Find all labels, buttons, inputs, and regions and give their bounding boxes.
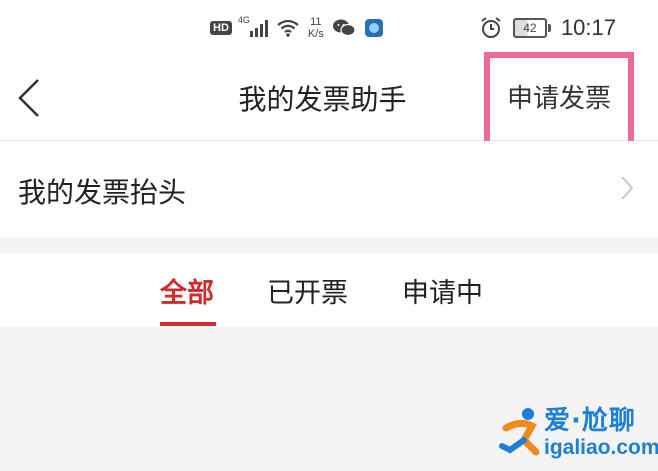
status-bar-left: HD 4G 11 K/s [210,10,384,46]
alarm-icon [481,17,501,38]
watermark-url: igaliao.com [544,436,658,459]
status-bar-right: 42 10:17 [479,10,616,46]
hd-icon: HD [210,21,232,35]
battery-icon: 42 [512,18,551,38]
tab-all[interactable]: 全部 [160,271,214,310]
active-tab-indicator [160,322,216,326]
invoice-header-label: 我的发票抬头 [18,176,187,209]
tab-invoiced[interactable]: 已开票 [267,271,348,310]
wechat-icon [332,19,356,37]
speed-unit: K/s [307,28,324,40]
chevron-right-icon [621,176,634,200]
tab-applying[interactable]: 申请中 [402,271,483,310]
watermark-title: 爱·尬聊 [544,406,636,436]
wifi-icon [277,19,299,37]
tab-bar: 全部 已开票 申请中 [0,253,658,327]
clock: 10:17 [560,15,616,40]
watermark: 爱·尬聊 igaliao.com [498,400,658,471]
runner-logo-icon [499,408,540,456]
highlight-box [484,52,634,152]
invoice-header-row[interactable]: 我的发票抬头 [0,141,658,237]
signal-icon: 4G [238,15,268,37]
battery-level: 42 [512,18,547,38]
status-bar: HD 4G 11 K/s 42 10:17 [0,0,658,56]
network-type: 4G [237,15,250,25]
network-speed: 11 K/s [308,16,324,40]
speed-value: 11 [310,16,322,28]
app-icon [364,19,383,37]
